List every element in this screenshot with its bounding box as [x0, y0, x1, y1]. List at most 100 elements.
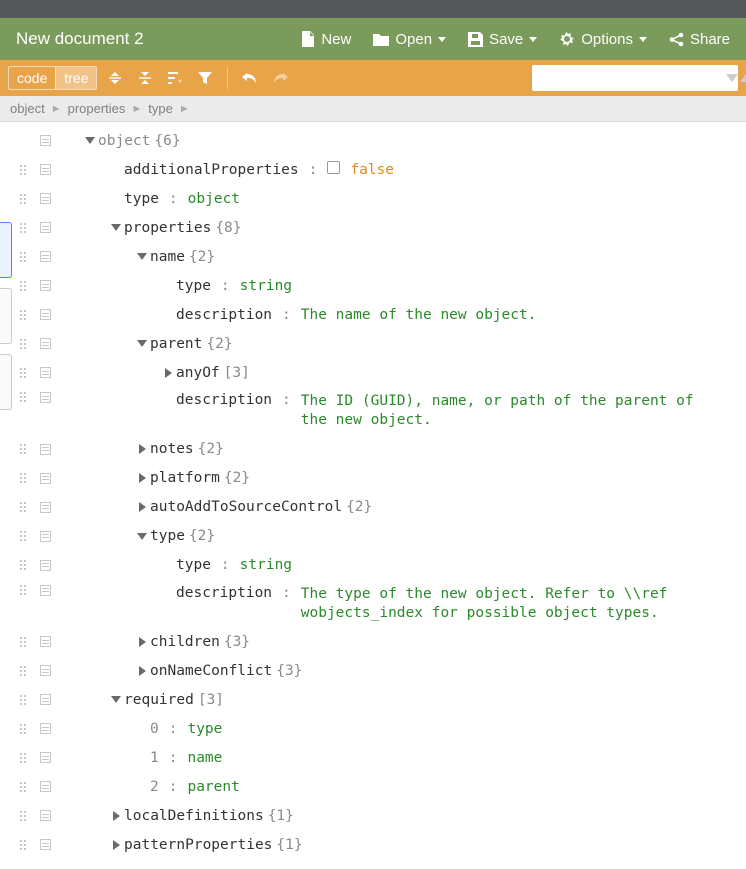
- undo-button[interactable]: [238, 66, 262, 90]
- drag-handle[interactable]: [12, 165, 34, 175]
- expand-caret[interactable]: [160, 368, 176, 378]
- node-key[interactable]: children: [150, 634, 220, 650]
- node-key[interactable]: onNameConflict: [150, 663, 272, 679]
- context-menu-button[interactable]: [34, 473, 56, 484]
- node-key[interactable]: parent: [150, 336, 202, 352]
- drag-handle[interactable]: [12, 782, 34, 792]
- breadcrumb-part[interactable]: type: [148, 101, 173, 116]
- tree-row[interactable]: 1 : name: [12, 743, 746, 772]
- tree-row[interactable]: children {3}: [12, 627, 746, 656]
- menu-share[interactable]: Share: [669, 31, 730, 48]
- expand-caret[interactable]: [134, 637, 150, 647]
- node-value[interactable]: The type of the new object. Refer to \\r…: [301, 585, 701, 623]
- tree-row[interactable]: additionalProperties : false: [12, 155, 746, 184]
- collapse-all-button[interactable]: [133, 66, 157, 90]
- mode-code-button[interactable]: code: [9, 67, 55, 89]
- context-menu-button[interactable]: [34, 309, 56, 320]
- context-menu-button[interactable]: [34, 839, 56, 850]
- tree-row[interactable]: type : string: [12, 551, 746, 580]
- tree-row[interactable]: platform {2}: [12, 464, 746, 493]
- menu-open[interactable]: Open: [373, 31, 446, 48]
- context-menu-button[interactable]: [34, 280, 56, 291]
- context-menu-button[interactable]: [34, 338, 56, 349]
- node-key[interactable]: patternProperties: [124, 837, 272, 853]
- sort-button[interactable]: [163, 66, 187, 90]
- drag-handle[interactable]: [12, 473, 34, 483]
- tree-row[interactable]: onNameConflict {3}: [12, 656, 746, 685]
- tree-row[interactable]: parent {2}: [12, 329, 746, 358]
- expand-all-button[interactable]: [103, 66, 127, 90]
- tree-row[interactable]: autoAddToSourceControl {2}: [12, 493, 746, 522]
- node-key[interactable]: notes: [150, 441, 194, 457]
- tree-row[interactable]: description : The name of the new object…: [12, 300, 746, 329]
- tree-row[interactable]: 2 : parent: [12, 772, 746, 801]
- tree-row[interactable]: type : object: [12, 184, 746, 213]
- expand-caret[interactable]: [134, 253, 150, 260]
- drag-handle[interactable]: [12, 281, 34, 291]
- expand-caret[interactable]: [134, 533, 150, 540]
- context-menu-button[interactable]: [34, 502, 56, 513]
- side-tab[interactable]: [0, 354, 12, 410]
- context-menu-button[interactable]: [34, 135, 56, 146]
- drag-handle[interactable]: [12, 194, 34, 204]
- expand-caret[interactable]: [82, 137, 98, 144]
- node-value[interactable]: type: [187, 721, 222, 737]
- node-value[interactable]: name: [187, 750, 222, 766]
- drag-handle[interactable]: [12, 531, 34, 541]
- context-menu-button[interactable]: [34, 723, 56, 734]
- context-menu-button[interactable]: [34, 810, 56, 821]
- node-value[interactable]: The ID (GUID), name, or path of the pare…: [301, 392, 701, 430]
- context-menu-button[interactable]: [34, 222, 56, 233]
- node-key[interactable]: description: [176, 307, 272, 323]
- search-nav-arrows[interactable]: [726, 74, 746, 82]
- tree-row[interactable]: notes {2}: [12, 435, 746, 464]
- drag-handle[interactable]: [12, 811, 34, 821]
- tree-row[interactable]: anyOf [3]: [12, 358, 746, 387]
- drag-handle[interactable]: [12, 585, 34, 595]
- node-value[interactable]: string: [240, 557, 292, 573]
- drag-handle[interactable]: [12, 368, 34, 378]
- expand-caret[interactable]: [134, 473, 150, 483]
- context-menu-button[interactable]: [34, 164, 56, 175]
- node-key[interactable]: name: [150, 249, 185, 265]
- node-key[interactable]: required: [124, 692, 194, 708]
- node-key[interactable]: anyOf: [176, 365, 220, 381]
- drag-handle[interactable]: [12, 753, 34, 763]
- search-input[interactable]: [544, 71, 720, 86]
- expand-caret[interactable]: [134, 340, 150, 347]
- drag-handle[interactable]: [12, 392, 34, 402]
- node-value[interactable]: The name of the new object.: [301, 307, 537, 323]
- drag-handle[interactable]: [12, 502, 34, 512]
- side-tab[interactable]: [0, 222, 12, 278]
- context-menu-button[interactable]: [34, 781, 56, 792]
- tree-row[interactable]: patternProperties {1}: [12, 830, 746, 859]
- node-key[interactable]: autoAddToSourceControl: [150, 499, 342, 515]
- mode-tree-button[interactable]: tree: [55, 67, 96, 89]
- search-box[interactable]: [532, 65, 738, 91]
- expand-caret[interactable]: [134, 444, 150, 454]
- node-value[interactable]: false: [350, 162, 394, 178]
- node-key[interactable]: properties: [124, 220, 211, 236]
- context-menu-button[interactable]: [34, 585, 56, 596]
- drag-handle[interactable]: [12, 724, 34, 734]
- context-menu-button[interactable]: [34, 665, 56, 676]
- node-key[interactable]: type: [176, 557, 211, 573]
- expand-caret[interactable]: [108, 696, 124, 703]
- tree-row-root[interactable]: object {6}: [12, 126, 746, 155]
- context-menu-button[interactable]: [34, 392, 56, 403]
- context-menu-button[interactable]: [34, 367, 56, 378]
- side-tab[interactable]: [0, 288, 12, 344]
- tree-row[interactable]: description : The type of the new object…: [12, 580, 746, 628]
- context-menu-button[interactable]: [34, 560, 56, 571]
- node-key[interactable]: description: [176, 585, 272, 601]
- menu-new[interactable]: New: [301, 31, 351, 48]
- drag-handle[interactable]: [12, 339, 34, 349]
- expand-caret[interactable]: [134, 666, 150, 676]
- drag-handle[interactable]: [12, 840, 34, 850]
- node-key[interactable]: type: [150, 528, 185, 544]
- node-value[interactable]: object: [188, 191, 240, 207]
- node-value[interactable]: string: [240, 278, 292, 294]
- context-menu-button[interactable]: [34, 251, 56, 262]
- tree-row[interactable]: name {2}: [12, 242, 746, 271]
- drag-handle[interactable]: [12, 560, 34, 570]
